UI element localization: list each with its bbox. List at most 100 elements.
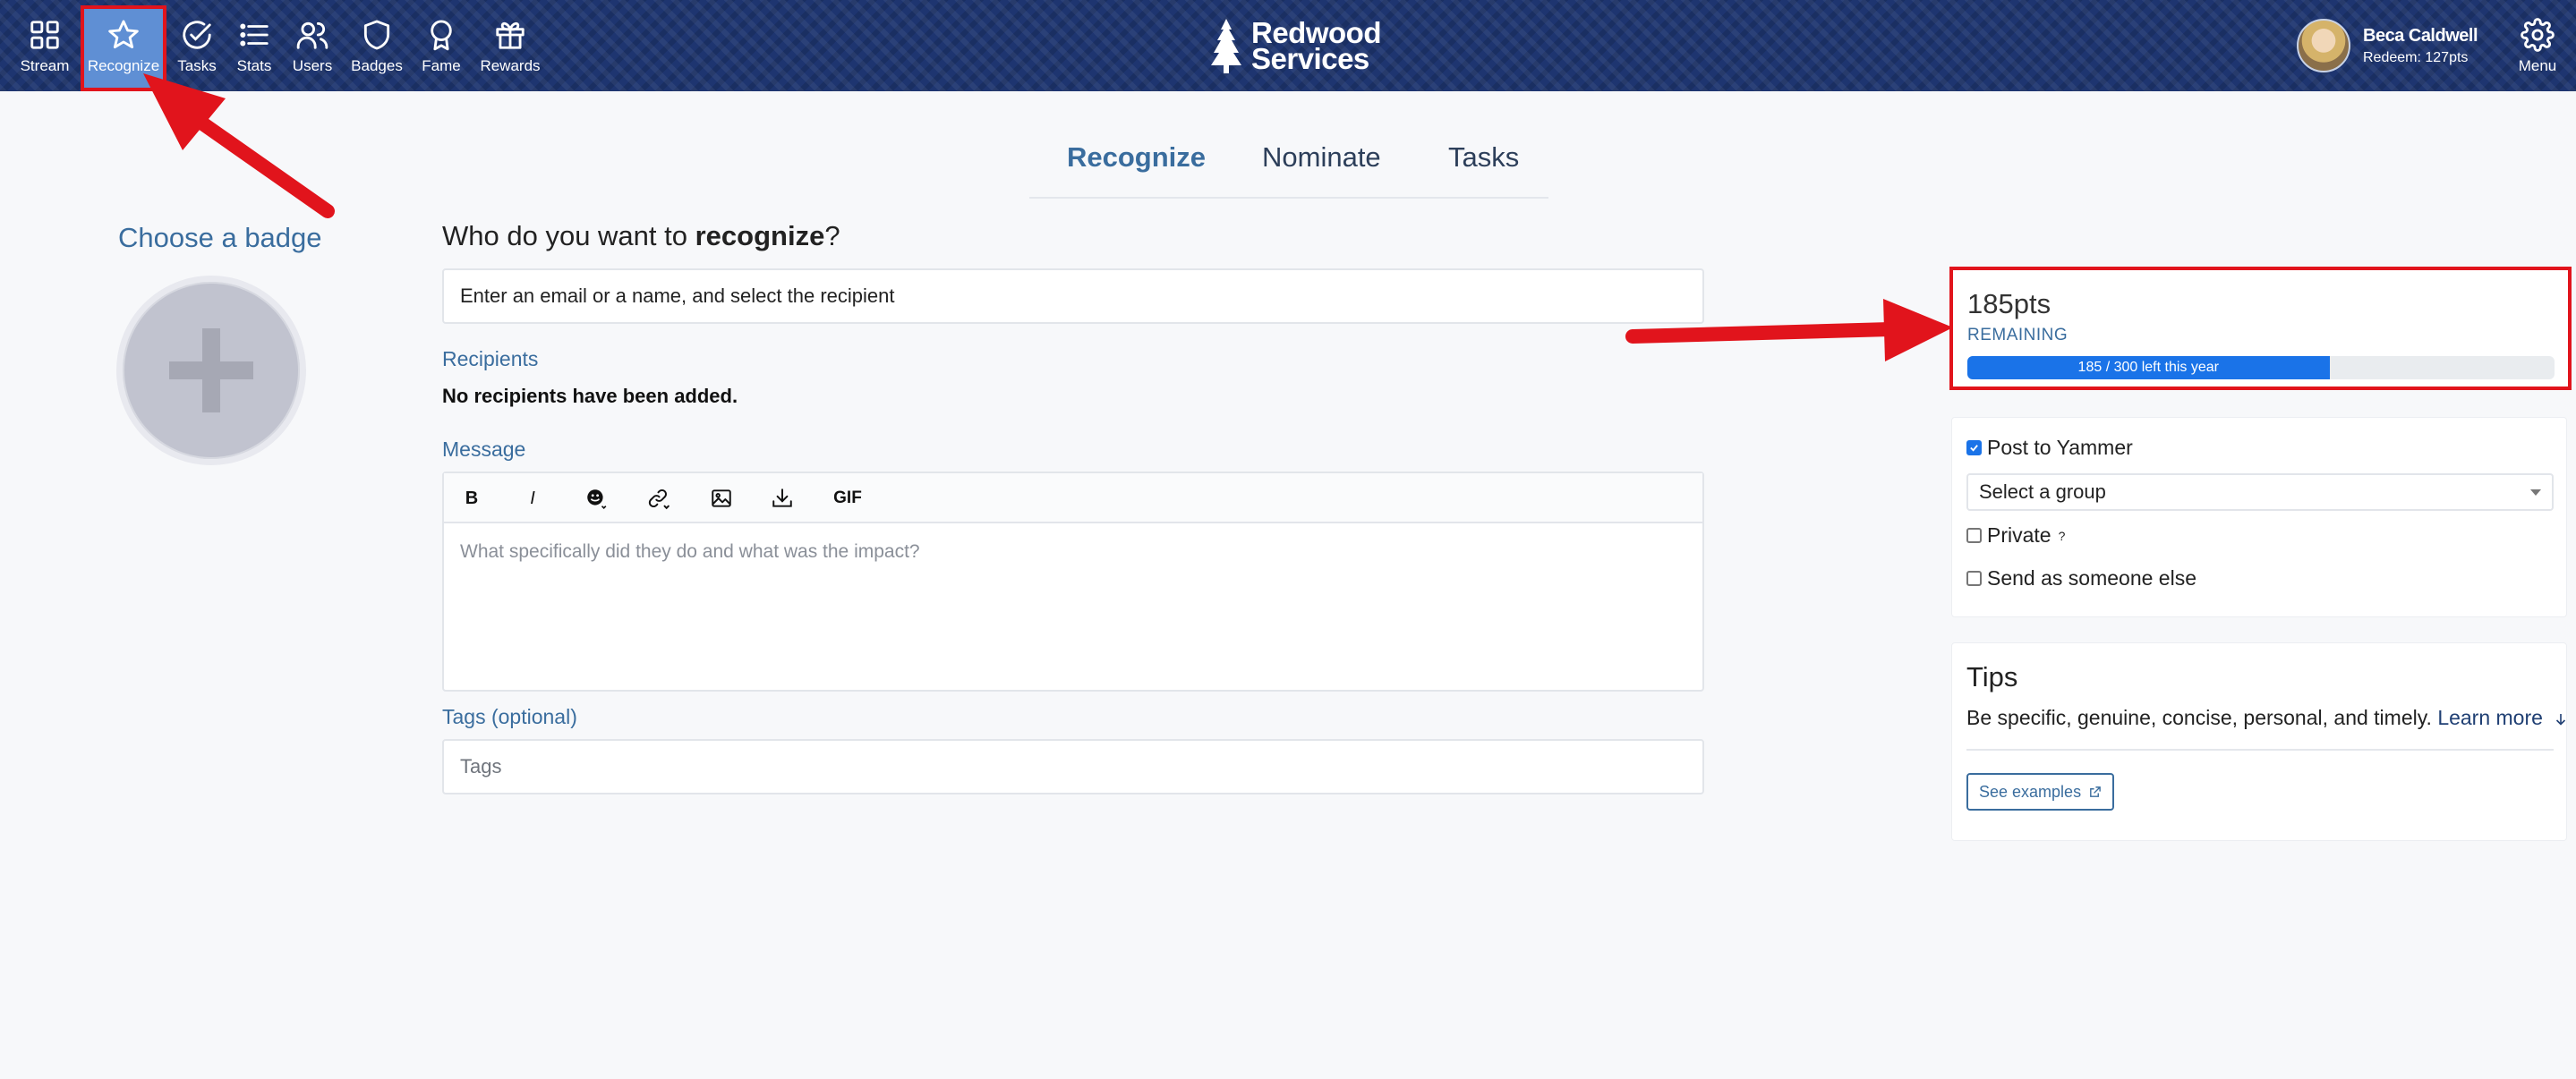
tree-logo-icon [1211, 19, 1241, 73]
link-button[interactable] [641, 482, 677, 514]
menu-label: Menu [2518, 57, 2557, 74]
tips-title: Tips [1966, 661, 2018, 692]
title-bold: recognize [695, 220, 825, 251]
points-progress-bar: 185 / 300 left this year [1967, 356, 2555, 379]
see-examples-label: See examples [1979, 782, 2082, 801]
points-value: 185pts [1967, 288, 2051, 319]
see-examples-button[interactable]: See examples [1966, 773, 2115, 811]
recognize-tabs: Recognize Nominate Tasks [1029, 134, 1548, 199]
points-progress-fill: 185 / 300 left this year [1967, 356, 2330, 379]
nav-stream[interactable]: Stream [9, 9, 81, 88]
send-as-checkbox[interactable] [1966, 571, 1982, 586]
annotation-arrow-to-recognize [143, 73, 335, 218]
shield-icon [363, 20, 390, 50]
italic-button[interactable]: I [517, 482, 548, 514]
logo-line-2: Services [1251, 42, 1369, 75]
recipients-label: Recipients [442, 347, 539, 370]
send-as-option[interactable]: Send as someone else [1966, 566, 2196, 590]
nav-stats[interactable]: Stats [227, 9, 281, 88]
choose-badge-title: Choose a badge [118, 222, 322, 253]
tab-tasks[interactable]: Tasks [1448, 141, 1519, 174]
nav-stream-label: Stream [20, 57, 70, 74]
nav-stats-label: Stats [236, 57, 272, 74]
plus-icon-bar [169, 361, 253, 379]
points-remaining-label: REMAINING [1967, 326, 2068, 344]
no-recipients-text: No recipients have been added. [442, 385, 738, 407]
list-icon [240, 23, 269, 47]
tips-divider [1966, 749, 2554, 751]
message-editor[interactable]: B I GIF What specifically did they do an… [442, 472, 1704, 692]
top-navigation-bar: Stream Recognize Tasks Stats Users Badge… [0, 0, 2576, 91]
bold-button[interactable]: B [456, 482, 487, 514]
choose-badge-button[interactable] [116, 276, 306, 465]
link-icon [648, 489, 670, 510]
nav-recognize-label: Recognize [87, 57, 160, 74]
tab-recognize[interactable]: Recognize [1067, 141, 1206, 174]
learn-more-label: Learn more [2437, 706, 2543, 729]
user-redeem-points: Redeem: 127pts [2363, 49, 2469, 65]
gif-button[interactable]: GIF [825, 482, 870, 514]
post-to-yammer-checkbox[interactable] [1966, 440, 1982, 455]
external-link-icon [2090, 786, 2101, 797]
points-remaining-card: 185pts REMAINING 185 / 300 left this yea… [1949, 267, 2572, 390]
page-title: Who do you want to recognize? [442, 220, 840, 252]
learn-more-link[interactable]: Learn more [2437, 706, 2568, 729]
check-circle-icon [183, 21, 211, 49]
nav-rewards[interactable]: Rewards [474, 9, 546, 88]
menu-button[interactable]: Menu [2506, 9, 2569, 88]
user-profile[interactable]: Beca Caldwell Redeem: 127pts [2297, 18, 2478, 73]
tips-body: Be specific, genuine, concise, personal,… [1966, 706, 2432, 729]
post-to-yammer-label: Post to Yammer [1987, 436, 2133, 459]
group-select-value: Select a group [1979, 480, 2106, 503]
nav-badges-label: Badges [351, 57, 403, 74]
private-option[interactable]: Private? [1966, 523, 2065, 548]
editor-toolbar: B I GIF [444, 473, 1702, 523]
post-options-panel: Post to Yammer Select a group Private? S… [1951, 417, 2567, 617]
nav-users[interactable]: Users [285, 9, 340, 88]
group-select[interactable]: Select a group [1966, 473, 2554, 511]
emoji-button[interactable] [578, 482, 614, 514]
send-as-label: Send as someone else [1987, 566, 2196, 590]
tips-panel: Tips Be specific, genuine, concise, pers… [1951, 642, 2567, 841]
tips-text: Be specific, genuine, concise, personal,… [1966, 706, 2568, 730]
nav-fame[interactable]: Fame [414, 9, 469, 88]
caret-down-icon [2530, 489, 2541, 496]
company-logo[interactable]: Redwood Services [1208, 16, 1381, 75]
message-placeholder: What specifically did they do and what w… [460, 541, 920, 562]
avatar[interactable] [2297, 19, 2350, 72]
gift-icon [496, 21, 525, 49]
private-checkbox[interactable] [1966, 528, 1982, 543]
nav-users-label: Users [292, 57, 333, 74]
post-to-yammer-option[interactable]: Post to Yammer [1966, 436, 2133, 460]
tags-placeholder: Tags [460, 755, 502, 777]
users-icon [296, 21, 328, 49]
nav-rewards-label: Rewards [480, 57, 541, 74]
nav-badges[interactable]: Badges [345, 9, 408, 88]
recipient-input[interactable]: Enter an email or a name, and select the… [442, 268, 1704, 324]
title-prefix: Who do you want to [442, 220, 695, 251]
emoji-icon [587, 489, 607, 509]
star-icon [108, 20, 139, 49]
nav-fame-label: Fame [422, 57, 461, 74]
nav-tasks-label: Tasks [177, 57, 217, 74]
private-help-icon[interactable]: ? [2059, 529, 2066, 543]
tags-label: Tags (optional) [442, 705, 577, 728]
arrow-down-icon [2556, 714, 2566, 726]
private-label: Private [1987, 523, 2051, 547]
image-icon [712, 489, 731, 507]
download-icon [772, 489, 792, 507]
title-suffix: ? [824, 220, 840, 251]
user-name: Beca Caldwell [2363, 25, 2478, 46]
attach-button[interactable] [764, 482, 800, 514]
gear-icon [2521, 18, 2555, 52]
image-button[interactable] [704, 482, 739, 514]
nav-recognize[interactable]: Recognize [81, 5, 166, 91]
recipient-input-value: Enter an email or a name, and select the… [460, 285, 895, 307]
nav-tasks[interactable]: Tasks [170, 9, 224, 88]
checkmark-icon [1970, 445, 1978, 452]
grid-icon [30, 21, 59, 49]
tags-input[interactable]: Tags [442, 739, 1704, 794]
message-label: Message [442, 438, 526, 461]
tab-nominate[interactable]: Nominate [1262, 141, 1381, 174]
award-icon [431, 20, 452, 51]
